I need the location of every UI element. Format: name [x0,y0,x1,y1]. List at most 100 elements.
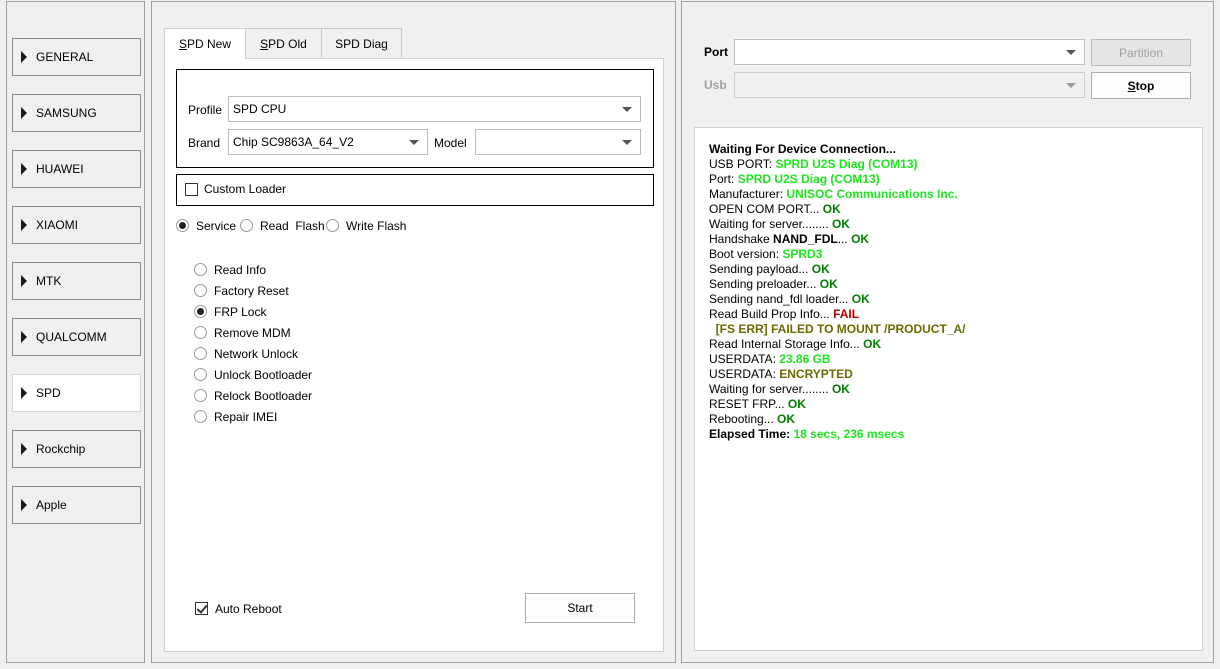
sidebar-item-label: GENERAL [36,50,94,64]
profile-select[interactable]: SPD CPU [228,96,641,122]
op-repair-imei-radio[interactable] [194,410,207,423]
sidebar-item-general[interactable]: GENERAL [12,38,141,76]
custom-loader-label: Custom Loader [204,182,287,196]
log-segment: SPRD U2S Diag (COM13) [775,157,918,171]
log-segment: Rebooting... [709,412,778,426]
log-segment: ENCRYPTED [779,367,853,381]
port-select[interactable] [734,39,1085,65]
op-network-unlock-label: Network Unlock [214,347,299,361]
mode-service-radio[interactable] [176,219,189,232]
brand-select[interactable]: Chip SC9863A_64_V2 [228,129,428,155]
log-line: Sending preloader... OK [709,277,1188,292]
stop-mnemonic: S [1127,78,1136,93]
op-factory-reset-label: Factory Reset [214,284,289,298]
op-network-unlock-radio[interactable] [194,347,207,360]
op-repair-imei-label: Repair IMEI [214,410,278,424]
mode-read-flash-radio[interactable] [240,219,253,232]
chevron-down-icon [622,107,632,112]
op-relock-bootloader-label: Relock Bootloader [214,389,313,403]
sidebar-item-apple[interactable]: Apple [12,486,141,524]
log-segment: Sending payload... [709,262,812,276]
log-segment: 23.86 GB [779,352,831,366]
op-relock-bootloader-radio[interactable] [194,389,207,402]
log-line: Read Build Prop Info... FAIL [709,307,1188,322]
op-factory-reset-radio[interactable] [194,284,207,297]
op-frp-lock-radio[interactable] [194,305,207,318]
port-label: Port [704,45,728,59]
log-segment: OK [819,277,838,291]
log-line: Waiting for server........ OK [709,217,1188,232]
log-line: RESET FRP... OK [709,397,1188,412]
log-segment: Port: [709,172,738,186]
custom-loader-checkbox[interactable] [185,183,198,196]
expand-arrow-icon [21,443,27,455]
sidebar-item-mtk[interactable]: MTK [12,262,141,300]
custom-loader-group: Custom Loader [176,174,654,206]
sidebar-item-rockchip[interactable]: Rockchip [12,430,141,468]
sidebar-item-label: MTK [36,274,62,288]
auto-reboot-label: Auto Reboot [215,602,282,616]
tab-spd-new[interactable]: S PD New [164,28,246,59]
log-segment: ... [837,232,852,246]
chevron-down-icon [1066,83,1076,88]
log-line: USERDATA: 23.86 GB [709,352,1188,367]
log-segment: Read Internal Storage Info... [709,337,864,351]
chevron-down-icon [622,140,632,145]
sidebar-item-huawei[interactable]: HUAWEI [12,150,141,188]
sidebar-item-xiaomi[interactable]: XIAOMI [12,206,141,244]
model-select[interactable] [475,129,641,155]
log-segment: OK [811,262,830,276]
tab-label: PD Old [268,36,307,51]
partition-button[interactable]: Partition [1091,39,1191,66]
expand-arrow-icon [21,331,27,343]
tab-spd-old[interactable]: S PD Old [245,28,322,58]
sidebar-item-label: Rockchip [36,442,86,456]
tab-label: SPD Diag [335,36,388,51]
stop-label: top [1135,78,1155,93]
log-segment: USB PORT: [709,157,776,171]
sidebar-item-label: XIAOMI [36,218,79,232]
op-remove-mdm-radio[interactable] [194,326,207,339]
log-segment: OK [851,232,870,246]
profile-value: SPD CPU [233,102,287,116]
profile-label: Profile [188,103,223,117]
expand-arrow-icon [21,499,27,511]
op-unlock-bootloader-radio[interactable] [194,368,207,381]
op-read-info-radio[interactable] [194,263,207,276]
log-segment: RESET FRP... [709,397,788,411]
log-line: Handshake NAND_FDL... OK [709,232,1188,247]
start-button[interactable]: Start [525,593,635,623]
tab-page: Profile SPD CPU Brand Chip SC9863A_64_V2… [164,58,664,652]
sidebar-item-label: HUAWEI [36,162,84,176]
mode-write-flash-radio[interactable] [326,219,339,232]
brand-value: Chip SC9863A_64_V2 [233,135,354,149]
mode-write-flash-label: Write Flash [346,219,407,233]
mode-service-label: Service [196,219,237,233]
sidebar-item-spd[interactable]: SPD [12,374,141,412]
log-segment: Elapsed Time: [709,427,794,441]
log-segment: FAIL [833,307,860,321]
auto-reboot-checkbox[interactable] [195,602,208,615]
log-line: Rebooting... OK [709,412,1188,427]
expand-arrow-icon [21,275,27,287]
log-segment: USERDATA: [709,367,780,381]
log-line: Sending nand_fdl loader... OK [709,292,1188,307]
log-line: [FS ERR] FAILED TO MOUNT /PRODUCT_A/ [709,322,1188,337]
tab-spd-diag[interactable]: SPD Diag [321,28,402,58]
log-segment: OK [831,382,850,396]
op-read-info-label: Read Info [214,263,267,277]
log-line: Port: SPRD U2S Diag (COM13) [709,172,1188,187]
expand-arrow-icon [21,163,27,175]
expand-arrow-icon [21,219,27,231]
tab-mnemonic: S [178,37,187,51]
chevron-down-icon [409,140,419,145]
log-segment: 18 secs, 236 msecs [793,427,905,441]
stop-button[interactable]: Stop [1091,72,1191,99]
spd-panel: S PD New S PD Old SPD Diag Profile SPD CPU… [151,1,676,663]
sidebar-item-qualcomm[interactable]: QUALCOMM [12,318,141,356]
log-segment: Read Build Prop Info... [709,307,834,321]
sidebar-item-label: SPD [36,386,61,400]
op-frp-lock-label: FRP Lock [214,305,267,319]
usb-select[interactable] [734,72,1085,98]
sidebar-item-samsung[interactable]: SAMSUNG [12,94,141,132]
